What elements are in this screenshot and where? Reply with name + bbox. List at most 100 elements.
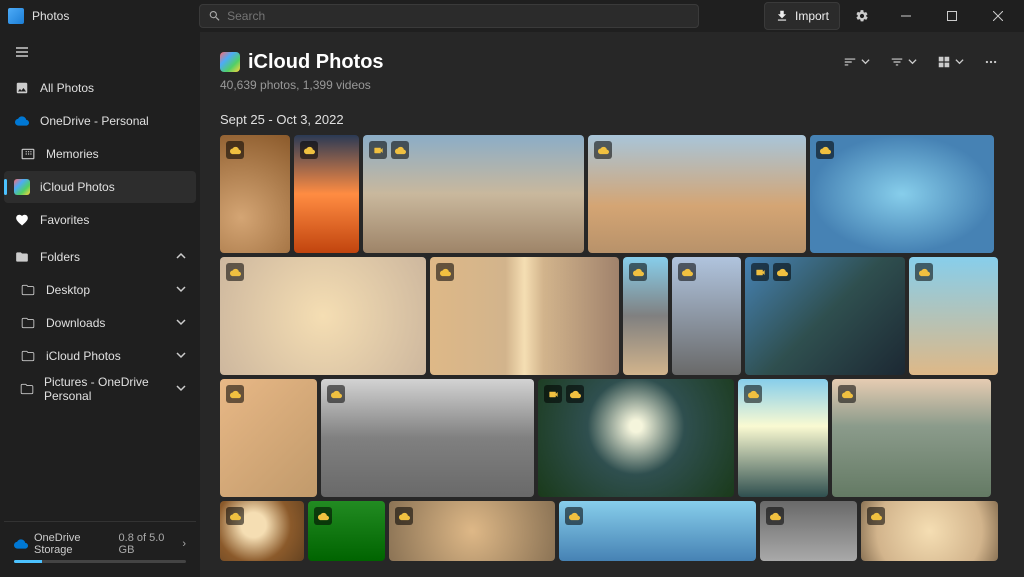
sidebar-item-label: Desktop [46, 283, 90, 297]
import-button[interactable]: Import [764, 2, 840, 30]
filter-button[interactable] [884, 48, 923, 76]
cloud-badge-icon [226, 141, 244, 159]
settings-button[interactable] [842, 2, 882, 30]
cloud-badge-icon [773, 263, 791, 281]
sidebar-item-folder-downloads[interactable]: Downloads [4, 307, 196, 339]
page-title: iCloud Photos [248, 51, 384, 74]
photo-thumbnail[interactable] [430, 257, 619, 375]
cloud-badge-icon [226, 263, 244, 281]
memories-icon [20, 146, 36, 162]
photo-thumbnail[interactable] [321, 379, 534, 497]
sidebar-item-folders[interactable]: Folders [4, 241, 196, 273]
photo-thumbnail[interactable] [294, 135, 359, 253]
chevron-right-icon[interactable]: › [182, 538, 186, 550]
sidebar-item-label: Favorites [40, 213, 89, 227]
view-button[interactable] [931, 48, 970, 76]
search-input[interactable] [227, 9, 690, 23]
hamburger-button[interactable] [4, 36, 40, 68]
sort-icon [843, 55, 857, 69]
folder-icon [20, 282, 36, 298]
chevron-down-icon [176, 283, 186, 297]
storage-panel: OneDrive Storage 0.8 of 5.0 GB › [4, 521, 196, 577]
cloud-badge-icon [744, 385, 762, 403]
cloud-badge-icon [816, 141, 834, 159]
photo-thumbnail[interactable] [810, 135, 994, 253]
photo-thumbnail[interactable] [745, 257, 905, 375]
photo-thumbnail[interactable] [538, 379, 734, 497]
filter-icon [890, 55, 904, 69]
sidebar: All Photos OneDrive - Personal Memories … [0, 32, 200, 577]
storage-used-label: 0.8 of 5.0 GB [119, 532, 177, 556]
photo-thumbnail[interactable] [672, 257, 741, 375]
search-box[interactable] [199, 4, 699, 28]
photo-thumbnail[interactable] [832, 379, 991, 497]
more-button[interactable] [978, 48, 1004, 76]
photo-grid [220, 135, 1004, 577]
window-maximize-button[interactable] [930, 2, 974, 30]
cloud-badge-icon [226, 507, 244, 525]
storage-service-label: OneDrive Storage [34, 532, 113, 556]
photo-thumbnail[interactable] [559, 501, 756, 561]
close-icon [993, 11, 1003, 21]
photo-thumbnail[interactable] [909, 257, 998, 375]
page-subtitle: 40,639 photos, 1,399 videos [220, 78, 1004, 92]
sidebar-item-folder-pictures-onedrive[interactable]: Pictures - OneDrive Personal [4, 373, 196, 405]
cloud-badge-icon [566, 385, 584, 403]
cloud-badge-icon [300, 141, 318, 159]
gear-icon [855, 9, 869, 23]
photo-thumbnail[interactable] [588, 135, 806, 253]
cloud-badge-icon [838, 385, 856, 403]
sidebar-item-icloud[interactable]: iCloud Photos [4, 171, 196, 203]
storage-bar [14, 560, 186, 563]
sidebar-item-label: iCloud Photos [46, 349, 121, 363]
photo-thumbnail[interactable] [760, 501, 857, 561]
icloud-icon [14, 179, 30, 195]
chevron-down-icon [176, 349, 186, 363]
app-icon [8, 8, 24, 24]
window-minimize-button[interactable] [884, 2, 928, 30]
folder-icon [20, 381, 34, 397]
sidebar-item-label: OneDrive - Personal [40, 114, 149, 128]
sort-button[interactable] [837, 48, 876, 76]
storage-bar-fill [14, 560, 42, 563]
photo-thumbnail[interactable] [389, 501, 555, 561]
chevron-down-icon [176, 316, 186, 330]
folder-icon [20, 315, 36, 331]
cloud-badge-icon [565, 507, 583, 525]
sidebar-item-favorites[interactable]: Favorites [4, 204, 196, 236]
cloud-badge-icon [395, 507, 413, 525]
chevron-up-icon [176, 250, 186, 264]
photo-thumbnail[interactable] [861, 501, 998, 561]
titlebar: Photos Import [0, 0, 1024, 32]
cloud-badge-icon [766, 507, 784, 525]
photo-thumbnail[interactable] [220, 501, 304, 561]
photo-thumbnail[interactable] [308, 501, 385, 561]
maximize-icon [947, 11, 957, 21]
more-icon [984, 55, 998, 69]
sidebar-item-memories[interactable]: Memories [4, 138, 196, 170]
grid-icon [937, 55, 951, 69]
chevron-down-icon [176, 382, 186, 396]
sidebar-item-folder-icloud[interactable]: iCloud Photos [4, 340, 196, 372]
cloud-badge-icon [678, 263, 696, 281]
cloud-badge-icon [226, 385, 244, 403]
hamburger-icon [14, 44, 30, 60]
photo-thumbnail[interactable] [738, 379, 828, 497]
photo-thumbnail[interactable] [220, 135, 290, 253]
sidebar-item-all-photos[interactable]: All Photos [4, 72, 196, 104]
photo-thumbnail[interactable] [363, 135, 584, 253]
window-close-button[interactable] [976, 2, 1020, 30]
search-icon [208, 9, 221, 23]
cloud-badge-icon [327, 385, 345, 403]
sidebar-item-folder-desktop[interactable]: Desktop [4, 274, 196, 306]
video-badge-icon [369, 141, 387, 159]
sidebar-item-onedrive[interactable]: OneDrive - Personal [4, 105, 196, 137]
chevron-down-icon [861, 55, 870, 69]
photo-thumbnail[interactable] [220, 379, 317, 497]
sidebar-item-label: Folders [40, 250, 80, 264]
main-content: iCloud Photos 40,639 photos, [200, 32, 1024, 577]
sidebar-item-label: Downloads [46, 316, 105, 330]
photo-thumbnail[interactable] [220, 257, 426, 375]
photo-thumbnail[interactable] [623, 257, 668, 375]
onedrive-icon [14, 113, 30, 129]
